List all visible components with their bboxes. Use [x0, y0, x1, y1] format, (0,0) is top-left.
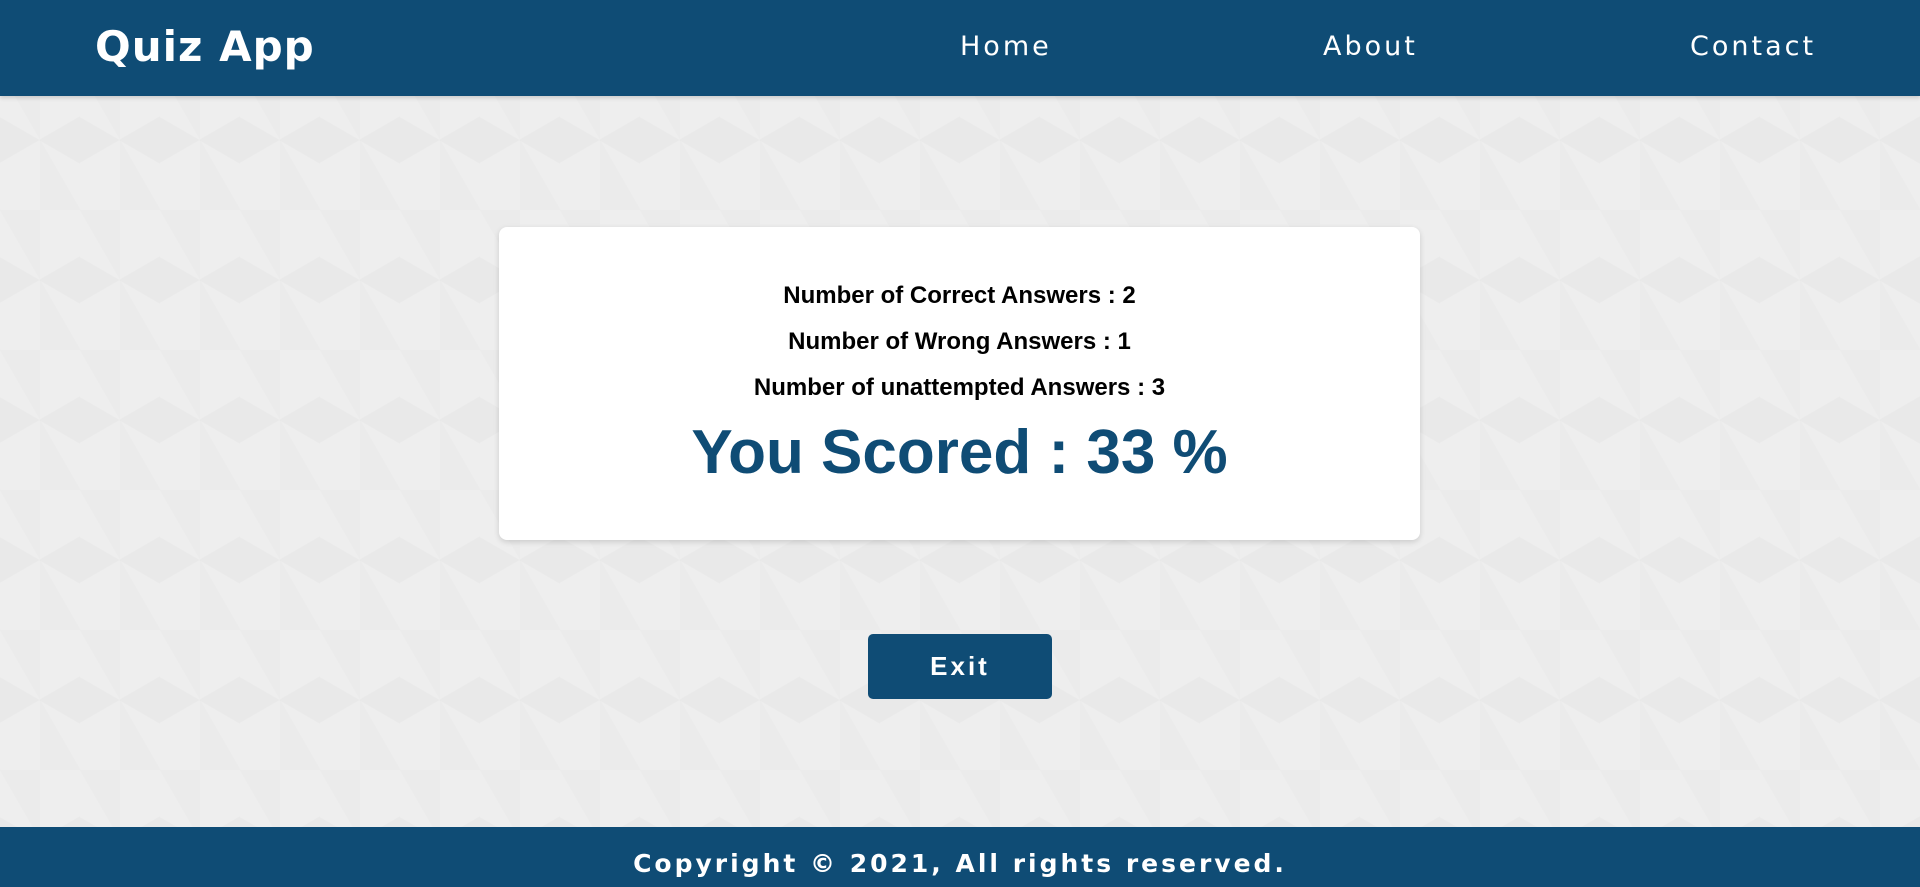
page-footer: Copyright © 2021, All rights reserved. [0, 827, 1920, 887]
score-heading: You Scored : 33 % [691, 418, 1228, 487]
nav-home-link[interactable]: Home [960, 0, 1052, 96]
copyright-text: Copyright © 2021, All rights reserved. [633, 849, 1287, 878]
unattempted-answers-count: Number of unattempted Answers : 3 [753, 374, 1166, 401]
exit-button[interactable]: Exit [868, 634, 1052, 699]
result-card: Number of Correct Answers : 2 Number of … [499, 227, 1420, 540]
wrong-answers-count: Number of Wrong Answers : 1 [788, 328, 1131, 355]
nav-contact-link[interactable]: Contact [1690, 0, 1816, 96]
app-brand[interactable]: Quiz App [95, 0, 315, 96]
correct-answers-count: Number of Correct Answers : 2 [783, 282, 1136, 309]
nav-about-link[interactable]: About [1323, 0, 1418, 96]
top-navbar: Quiz App Home About Contact [0, 0, 1920, 96]
